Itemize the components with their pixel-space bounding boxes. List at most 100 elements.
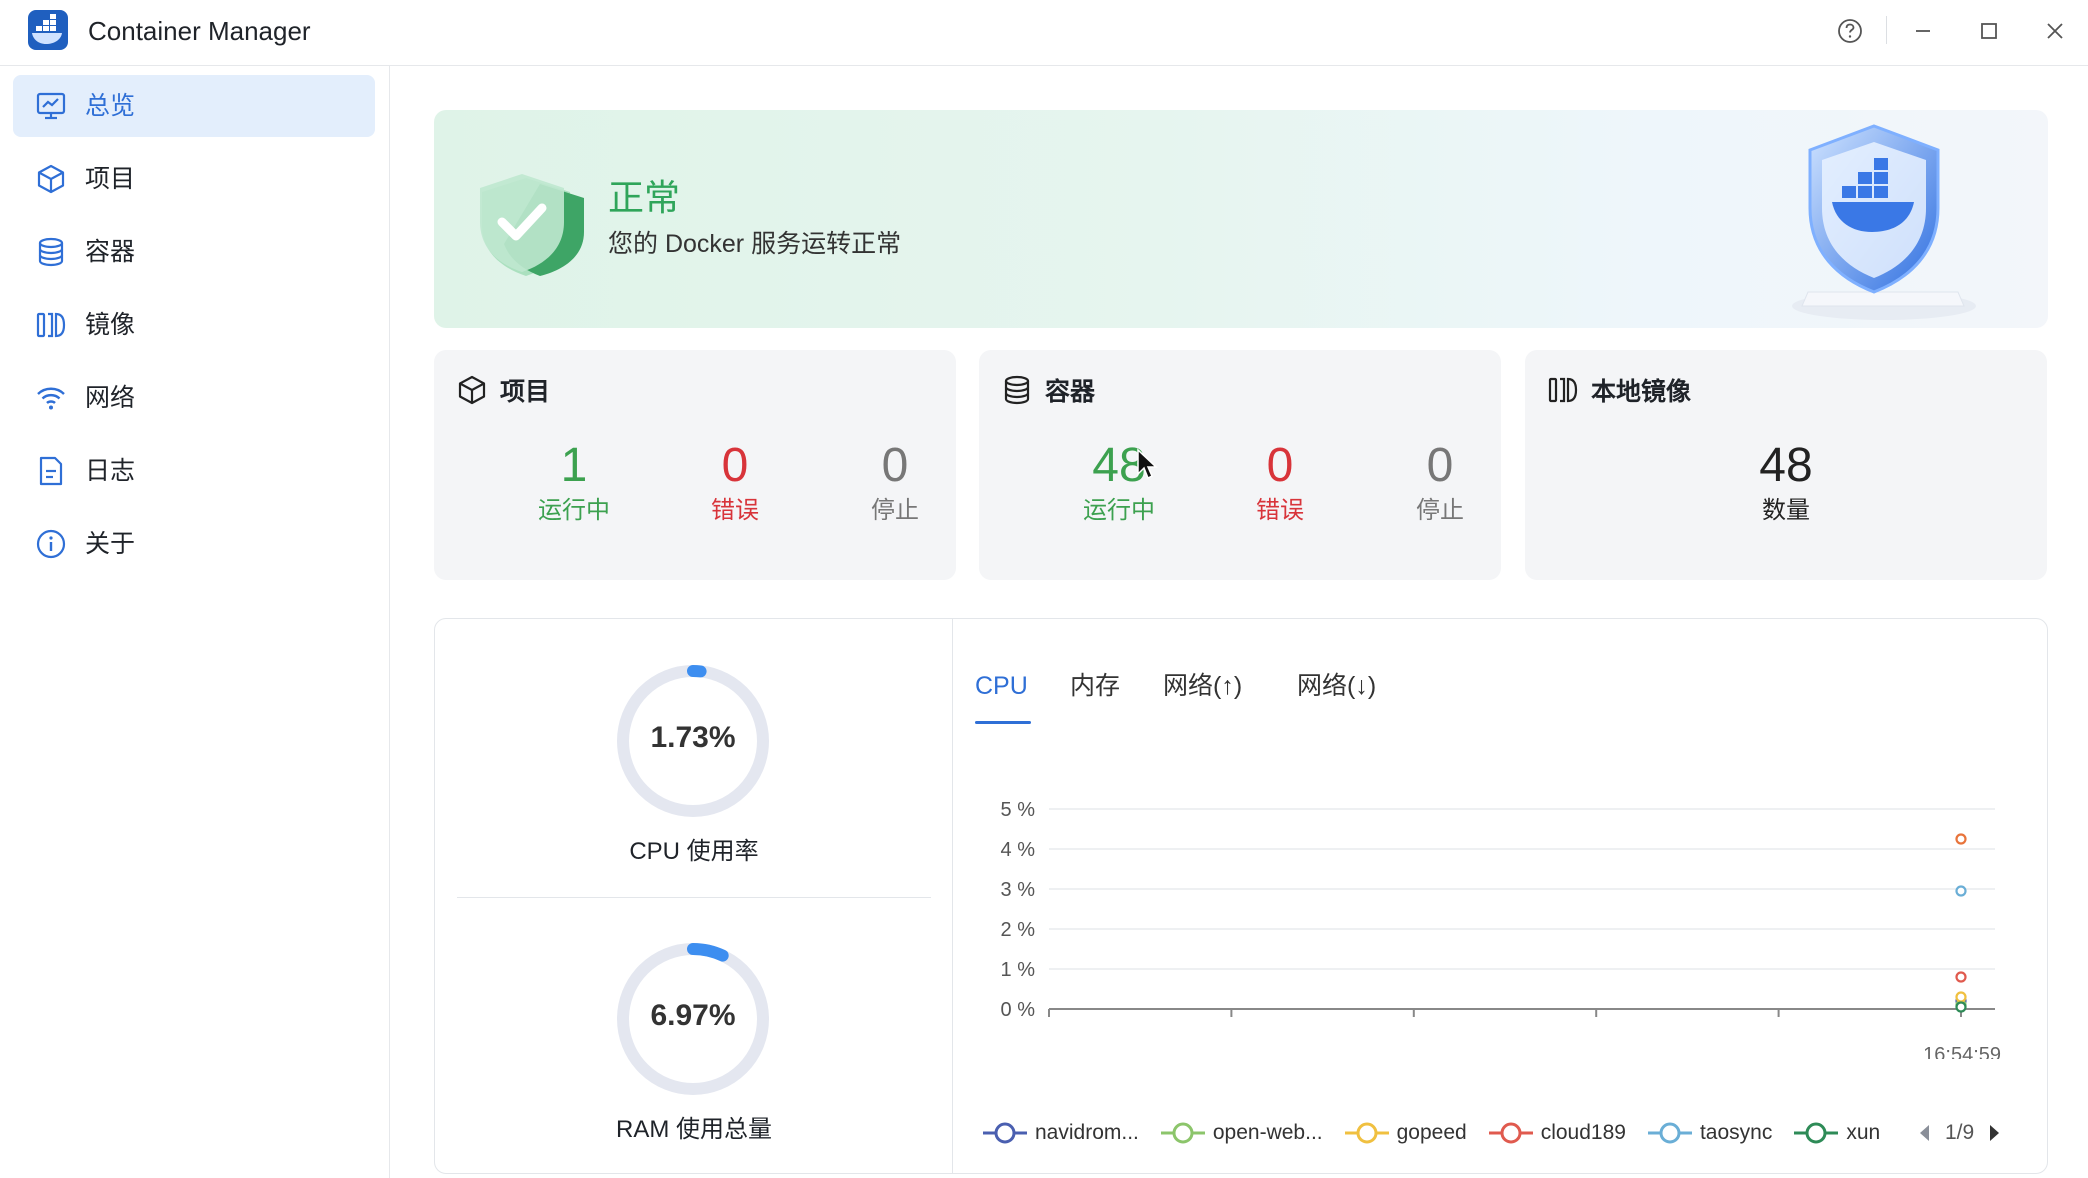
- containers-card: 容器 48 运行中 0 错误 0 停止: [979, 350, 1501, 580]
- projects-card-header: 项目: [456, 372, 550, 408]
- help-button[interactable]: [1833, 14, 1867, 48]
- chart-legend: navidrom... open-web... gopeed cloud189 taos…: [983, 1113, 1902, 1153]
- y-tick-label: 5 %: [1001, 799, 1036, 821]
- maximize-button[interactable]: [1972, 14, 2006, 48]
- data-point: [1955, 971, 1967, 983]
- containers-stopped-stat: 0 停止: [1360, 438, 1520, 528]
- sidebar-item-projects[interactable]: 项目: [13, 148, 375, 210]
- tab-memory[interactable]: 内存: [1070, 669, 1120, 703]
- status-banner: 正常 您的 Docker 服务运转正常: [434, 110, 2048, 328]
- containers-card-header: 容器: [1001, 372, 1095, 408]
- sidebar-item-overview[interactable]: 总览: [13, 75, 375, 137]
- legend-marker-icon: [1794, 1122, 1839, 1144]
- tab-network-up[interactable]: 网络(↑): [1163, 669, 1242, 703]
- data-point: [1955, 885, 1967, 897]
- sidebar-item-about[interactable]: 关于: [13, 513, 375, 575]
- status-subtitle: 您的 Docker 服务运转正常: [608, 230, 902, 258]
- projects-running-stat: 1 运行中: [494, 438, 654, 528]
- card-title: 本地镜像: [1591, 378, 1692, 406]
- close-icon: [2047, 23, 2063, 39]
- images-card-header: 本地镜像: [1547, 372, 1691, 408]
- legend-label: open-web...: [1212, 1121, 1323, 1144]
- stat-value: 1: [560, 439, 588, 492]
- database-icon: [38, 237, 64, 267]
- y-tick-label: 2 %: [1001, 919, 1036, 941]
- image-layers-icon: [36, 312, 66, 338]
- stat-value: 0: [1266, 439, 1294, 492]
- sidebar-item-label: 总览: [85, 92, 136, 120]
- image-layers-icon: [1548, 377, 1578, 403]
- ram-usage-value: 6.97%: [650, 999, 736, 1032]
- legend-item[interactable]: xun: [1794, 1121, 1880, 1145]
- close-button[interactable]: [2038, 14, 2072, 48]
- local-images-card: 本地镜像 48 数量: [1525, 350, 2047, 580]
- docker-shield-illustration: [1792, 124, 1976, 320]
- y-tick-label: 4 %: [1001, 839, 1036, 861]
- data-point: [1955, 833, 1967, 845]
- stat-label: 数量: [1762, 497, 1810, 524]
- stat-label: 停止: [871, 497, 919, 524]
- help-icon: [1838, 19, 1862, 43]
- legend-item[interactable]: navidrom...: [983, 1121, 1139, 1145]
- ram-usage-label: RAM 使用总量: [616, 1116, 772, 1143]
- tab-network-down[interactable]: 网络(↓): [1297, 669, 1376, 703]
- legend-marker-icon: [1488, 1122, 1533, 1144]
- sidebar-item-logs[interactable]: 日志: [13, 440, 375, 502]
- app-title: Container Manager: [88, 16, 311, 46]
- database-icon: [1004, 375, 1030, 405]
- dashboard-icon: [36, 92, 66, 120]
- sidebar-item-label: 网络: [85, 384, 136, 412]
- legend-item[interactable]: gopeed: [1344, 1121, 1467, 1145]
- legend-label: cloud189: [1540, 1121, 1626, 1144]
- prev-page-icon[interactable]: [1915, 1121, 1935, 1145]
- stat-value: 0: [881, 439, 909, 492]
- resource-panel: 1.73% CPU 使用率 6.97% RAM 使用总量 CPU 内存 网络(↑…: [434, 618, 2048, 1174]
- minimize-button[interactable]: [1906, 14, 1940, 48]
- y-tick-label: 0 %: [1001, 999, 1036, 1021]
- shield-check-icon: [480, 174, 584, 276]
- stat-value: 48: [1759, 439, 1813, 492]
- usage-gauges: 1.73% CPU 使用率 6.97% RAM 使用总量: [435, 619, 953, 1173]
- stat-label: 错误: [711, 497, 759, 524]
- wifi-icon: [37, 387, 65, 410]
- data-point: [1955, 991, 1967, 1003]
- sidebar-item-containers[interactable]: 容器: [13, 221, 375, 283]
- active-tab-indicator: [975, 721, 1031, 724]
- containers-error-stat: 0 错误: [1200, 438, 1360, 528]
- stat-label: 错误: [1256, 497, 1304, 524]
- tab-cpu[interactable]: CPU: [975, 669, 1028, 703]
- container-manager-logo-icon: [28, 10, 68, 50]
- data-point: [1955, 1001, 1967, 1013]
- legend-page-indicator: 1/9: [1945, 1121, 1975, 1144]
- legend-marker-icon: [983, 1122, 1027, 1144]
- document-icon: [39, 456, 63, 486]
- images-count-stat: 48 数量: [1706, 438, 1866, 528]
- y-tick-label: 3 %: [1001, 879, 1036, 901]
- legend-item[interactable]: cloud189: [1488, 1121, 1626, 1145]
- legend-pager: 1/9: [1915, 1113, 2004, 1153]
- stat-label: 停止: [1416, 497, 1464, 524]
- titlebar-divider: [1886, 16, 1887, 44]
- legend-label: navidrom...: [1035, 1121, 1139, 1144]
- legend-item[interactable]: open-web...: [1160, 1121, 1323, 1145]
- next-page-icon[interactable]: [1984, 1121, 2004, 1145]
- legend-label: taosync: [1699, 1121, 1773, 1144]
- stat-label: 运行中: [538, 497, 610, 524]
- sidebar-item-network[interactable]: 网络: [13, 367, 375, 429]
- stat-value: 48: [1092, 439, 1146, 492]
- sidebar-item-label: 容器: [85, 238, 136, 266]
- x-tick-label: 16:54:59: [1923, 1044, 2001, 1059]
- legend-label: xun: [1846, 1121, 1881, 1144]
- card-title: 容器: [1045, 378, 1096, 406]
- sidebar: 总览 项目 容器 镜像 网络 日志 关于: [0, 66, 390, 1178]
- stat-value: 0: [721, 439, 749, 492]
- stat-label: 运行中: [1083, 497, 1155, 524]
- projects-card: 项目 1 运行中 0 错误 0 停止: [434, 350, 956, 580]
- info-icon: [36, 529, 66, 559]
- cpu-usage-value: 1.73%: [650, 721, 736, 754]
- cpu-usage-label: CPU 使用率: [629, 838, 759, 865]
- sidebar-item-images[interactable]: 镜像: [13, 294, 375, 356]
- legend-item[interactable]: taosync: [1647, 1121, 1773, 1145]
- sidebar-item-label: 关于: [85, 530, 136, 558]
- cube-icon: [37, 164, 65, 194]
